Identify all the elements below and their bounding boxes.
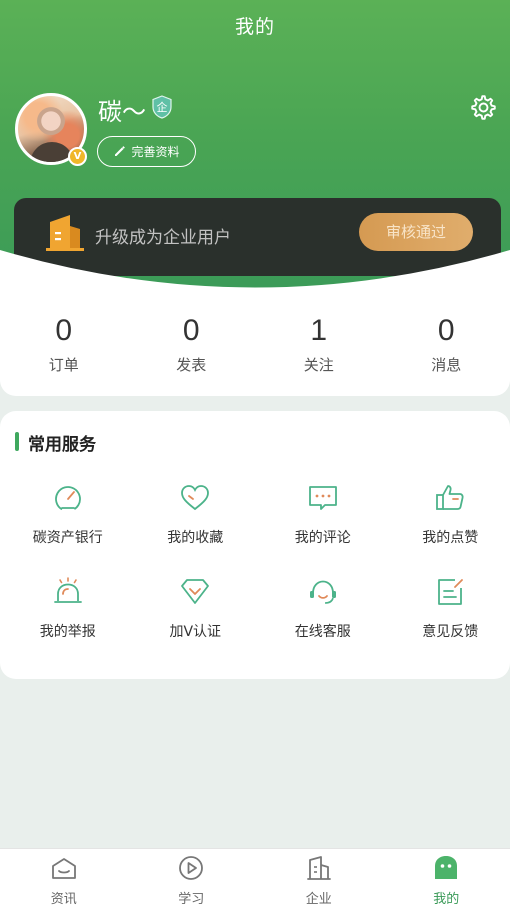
service-feedback[interactable]: 意见反馈 [383, 571, 510, 665]
stats-bar: 0 订单 0 发表 1 关注 0 消息 [0, 290, 510, 396]
comment-icon [308, 486, 337, 510]
service-label: 在线客服 [294, 624, 351, 640]
service-label: 我的点赞 [422, 530, 479, 546]
service-label: 意见反馈 [422, 624, 479, 640]
tab-enterprise[interactable]: 企业 [255, 849, 383, 912]
review-approved-button[interactable]: 审核通过 [359, 213, 473, 251]
play-icon [179, 856, 204, 880]
verified-badge: V [68, 147, 87, 166]
stat-label: 订单 [48, 356, 79, 374]
service-online-support[interactable]: 在线客服 [255, 571, 383, 665]
section-title: 常用服务 [28, 435, 96, 455]
news-icon [51, 858, 76, 879]
stat-messages[interactable]: 0 消息 [383, 290, 510, 396]
stat-following[interactable]: 1 关注 [255, 290, 383, 396]
tab-label: 资讯 [50, 892, 77, 907]
gauge-icon [54, 486, 81, 512]
service-label: 碳资产银行 [32, 530, 103, 546]
service-favorites[interactable]: 我的收藏 [128, 477, 256, 571]
diamond-icon [181, 579, 210, 604]
bottom-tab-bar: 资讯 学习 企业 我的 [0, 848, 510, 912]
edit-profile-button[interactable]: 完善资料 [97, 136, 196, 167]
stat-label: 发表 [176, 356, 207, 374]
service-label: 我的举报 [39, 624, 96, 640]
thumbs-up-icon [436, 485, 464, 510]
tab-label: 学习 [178, 892, 205, 907]
alarm-icon [53, 577, 82, 603]
service-carbon-bank[interactable]: 碳资产银行 [0, 477, 128, 571]
stat-value: 1 [310, 314, 328, 347]
stat-value: 0 [437, 314, 455, 347]
service-label: 我的收藏 [167, 530, 224, 546]
pencil-icon [115, 146, 126, 156]
building-icon [306, 856, 331, 880]
enterprise-shield-icon: 企 [152, 95, 172, 119]
tab-label: 企业 [305, 892, 332, 907]
service-comments[interactable]: 我的评论 [255, 477, 383, 571]
stat-posts[interactable]: 0 发表 [128, 290, 256, 396]
username: 碳～ [98, 98, 146, 126]
common-services-card: 常用服务 碳资产银行 我的收藏 我的评论 我的点赞 我的举报 加V认证 在线客服… [0, 411, 510, 679]
stat-orders[interactable]: 0 订单 [0, 290, 128, 396]
service-likes[interactable]: 我的点赞 [383, 477, 510, 571]
stat-label: 消息 [431, 356, 462, 374]
gear-icon[interactable] [469, 93, 498, 122]
edit-profile-label: 完善资料 [131, 145, 180, 159]
feedback-icon [438, 579, 464, 605]
building-icon [46, 215, 84, 251]
page-title: 我的 [234, 16, 275, 38]
service-v-certification[interactable]: 加V认证 [128, 571, 256, 665]
stat-value: 0 [182, 314, 200, 347]
customer-service-icon [309, 580, 336, 604]
service-report[interactable]: 我的举报 [0, 571, 128, 665]
service-label: 我的评论 [294, 530, 351, 546]
stat-value: 0 [55, 314, 73, 347]
service-label: 加V认证 [169, 624, 222, 640]
upgrade-text: 升级成为企业用户 [95, 228, 231, 248]
stat-label: 关注 [303, 356, 334, 374]
tab-mine[interactable]: 我的 [383, 849, 510, 912]
section-accent-bar [15, 432, 19, 451]
tab-news[interactable]: 资讯 [0, 849, 128, 912]
tab-label: 我的 [433, 892, 460, 907]
tab-study[interactable]: 学习 [128, 849, 256, 912]
profile-face-icon [435, 856, 458, 879]
heart-icon [181, 485, 210, 511]
svg-text:企: 企 [157, 100, 168, 114]
